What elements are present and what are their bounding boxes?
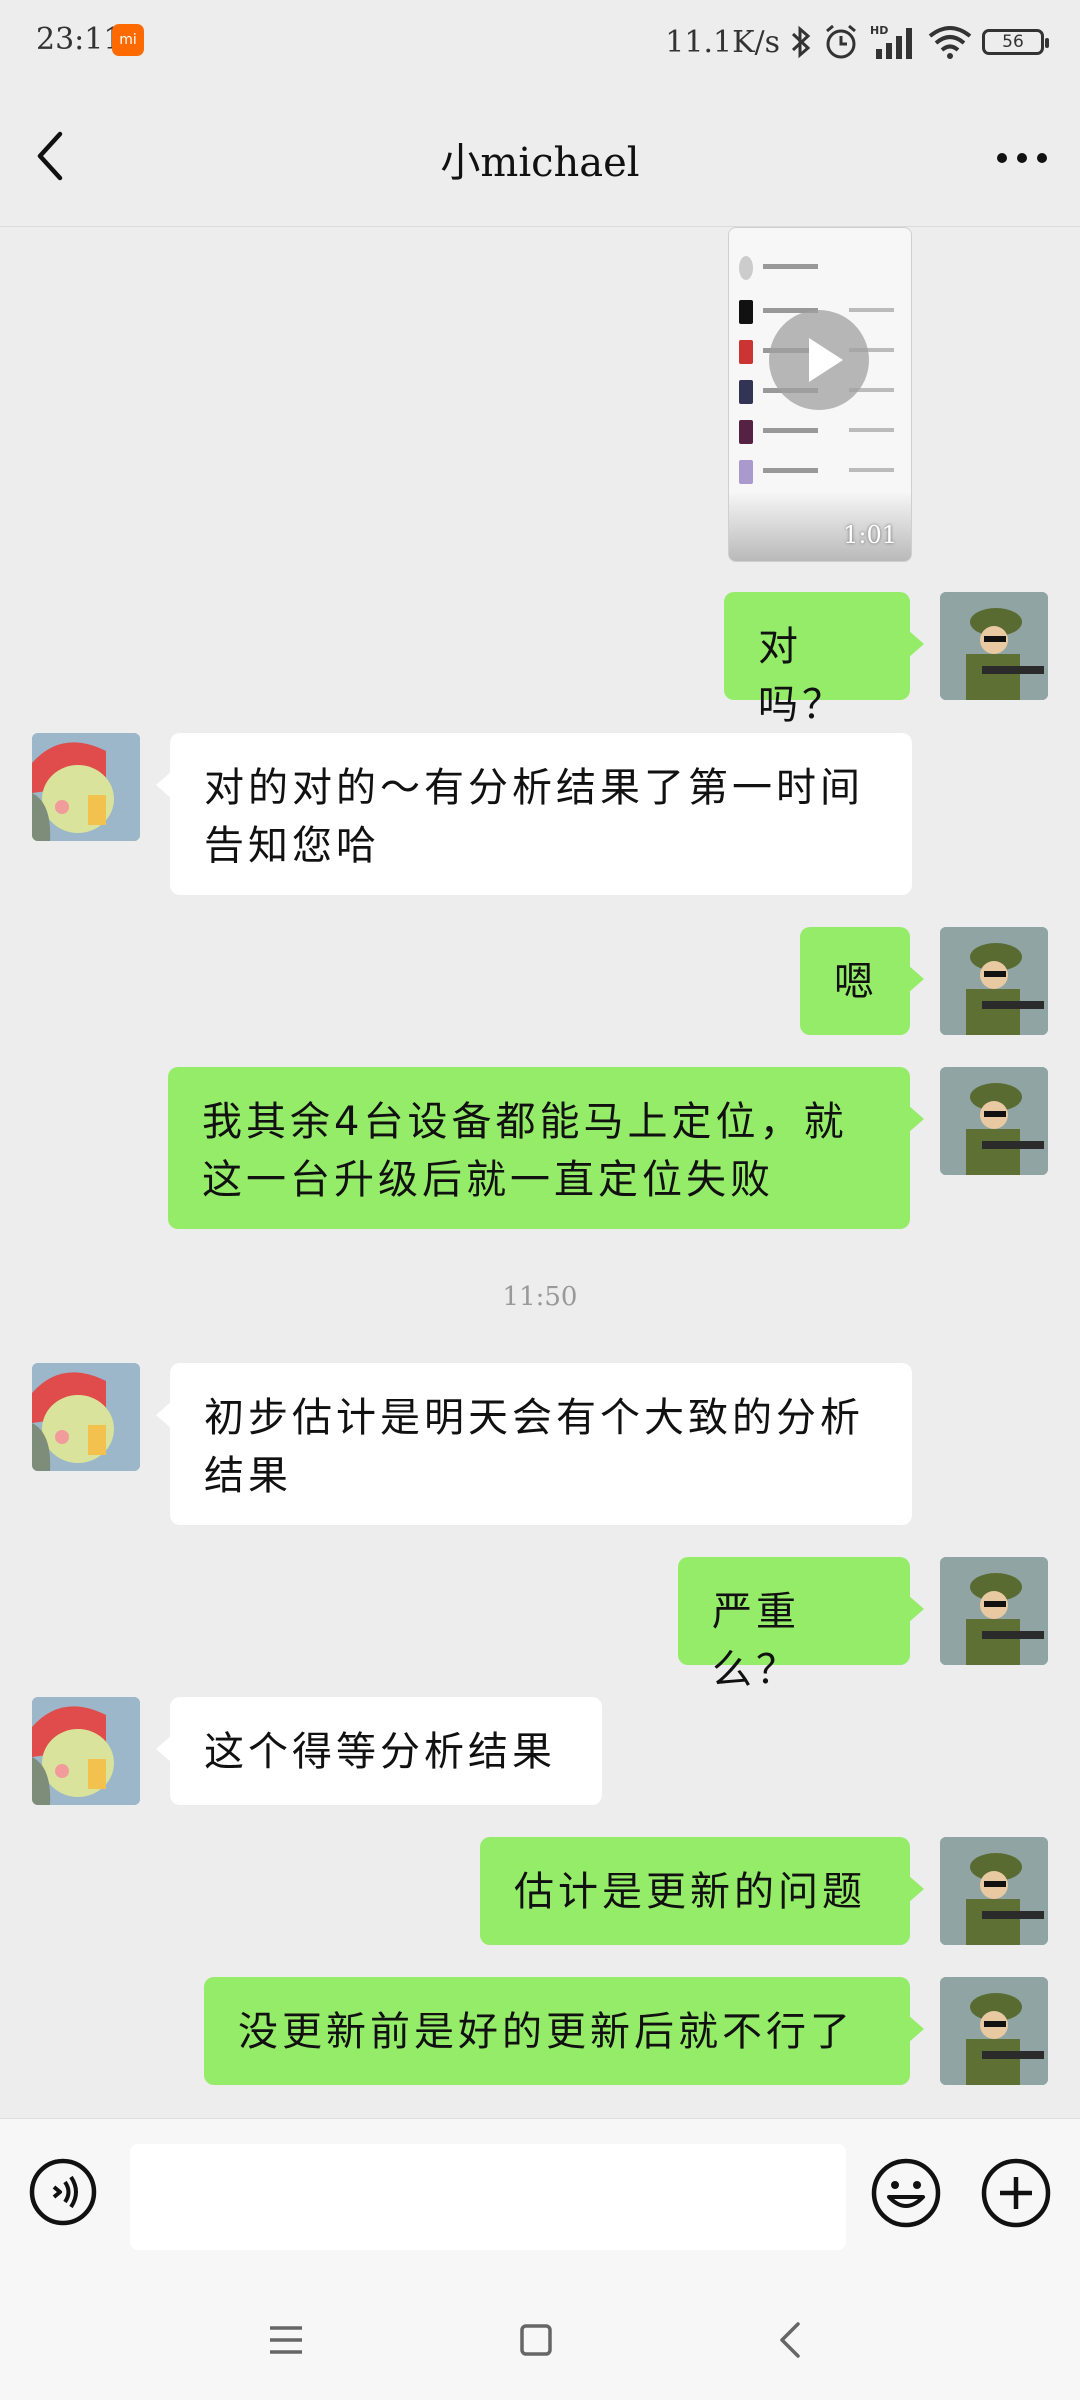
plus-icon[interactable] [980, 2157, 1052, 2229]
message-text: 我其余4台设备都能马上定位，就这一台升级后就一直定位失败 [202, 1099, 848, 1203]
video-frame-row [739, 420, 899, 444]
message-bubble-outgoing[interactable]: 我其余4台设备都能马上定位，就这一台升级后就一直定位失败 [168, 1067, 924, 1229]
alarm-icon [826, 24, 856, 59]
contact-avatar[interactable] [32, 1697, 140, 1805]
status-indicators: 11.1K/s HD 56 [665, 22, 1049, 62]
home-icon[interactable] [506, 2310, 566, 2370]
chat-title: 小michael [440, 140, 640, 186]
message-bubble-outgoing[interactable]: 没更新前是好的更新后就不行了 [204, 1977, 924, 2085]
wifi-icon [928, 26, 972, 59]
message-text: 没更新前是好的更新后就不行了 [238, 2009, 854, 2055]
emoji-icon[interactable] [870, 2157, 942, 2229]
message-text: 对吗？ [758, 624, 846, 728]
contact-avatar[interactable] [32, 1363, 140, 1471]
message-text: 严重么？ [712, 1589, 800, 1693]
message-timestamp: 11:50 [502, 1282, 578, 1312]
my-avatar[interactable] [940, 1067, 1048, 1175]
message-text: 对的对的～有分析结果了第一时间告知您哈 [204, 765, 864, 869]
message-bubble-incoming[interactable]: 这个得等分析结果 [156, 1697, 602, 1805]
mi-app-icon: mi [112, 24, 144, 56]
message-list[interactable]: 1:01 对吗？ 对的对的～有分析结果了第一时间告知您哈 嗯 我其余4台设备都能… [0, 227, 1080, 2117]
network-speed: 11.1K/s [665, 24, 780, 60]
message-bubble-outgoing[interactable]: 估计是更新的问题 [480, 1837, 924, 1945]
video-message[interactable]: 1:01 [728, 227, 912, 562]
play-icon[interactable] [769, 310, 869, 410]
message-bubble-incoming[interactable]: 对的对的～有分析结果了第一时间告知您哈 [156, 733, 912, 895]
video-duration: 1:01 [843, 521, 897, 549]
my-avatar[interactable] [940, 1557, 1048, 1665]
message-text: 这个得等分析结果 [204, 1729, 556, 1775]
video-frame-row [739, 256, 899, 280]
status-bar: 23:11 mi 11.1K/s HD 56 [0, 0, 1080, 90]
bluetooth-icon [791, 25, 811, 59]
message-input[interactable] [130, 2144, 846, 2250]
message-bubble-outgoing[interactable]: 对吗？ [724, 592, 924, 728]
message-bubble-outgoing[interactable]: 嗯 [800, 927, 924, 1035]
back-nav-icon[interactable] [762, 2310, 822, 2370]
my-avatar[interactable] [940, 1837, 1048, 1945]
menu-icon[interactable] [256, 2310, 316, 2370]
message-text: 嗯 [834, 959, 878, 1005]
message-bubble-incoming[interactable]: 初步估计是明天会有个大致的分析结果 [156, 1363, 912, 1525]
message-text: 初步估计是明天会有个大致的分析结果 [204, 1395, 864, 1499]
system-navigation-bar [0, 2280, 1080, 2400]
network-label: HD [870, 24, 888, 37]
my-avatar[interactable] [940, 1977, 1048, 2085]
status-time: 23:11 [36, 22, 123, 57]
voice-icon[interactable] [28, 2157, 98, 2227]
message-text: 估计是更新的问题 [514, 1869, 866, 1915]
chat-header: 小michael [0, 90, 1080, 227]
more-dots-icon[interactable] [992, 138, 1052, 178]
my-avatar[interactable] [940, 927, 1048, 1035]
message-bubble-outgoing[interactable]: 严重么？ [678, 1557, 924, 1693]
signal-icon: HD [870, 24, 912, 59]
message-input-bar [0, 2118, 1080, 2281]
contact-avatar[interactable] [32, 733, 140, 841]
my-avatar[interactable] [940, 592, 1048, 700]
video-frame-row [739, 460, 899, 484]
battery-icon: 56 [982, 29, 1049, 55]
